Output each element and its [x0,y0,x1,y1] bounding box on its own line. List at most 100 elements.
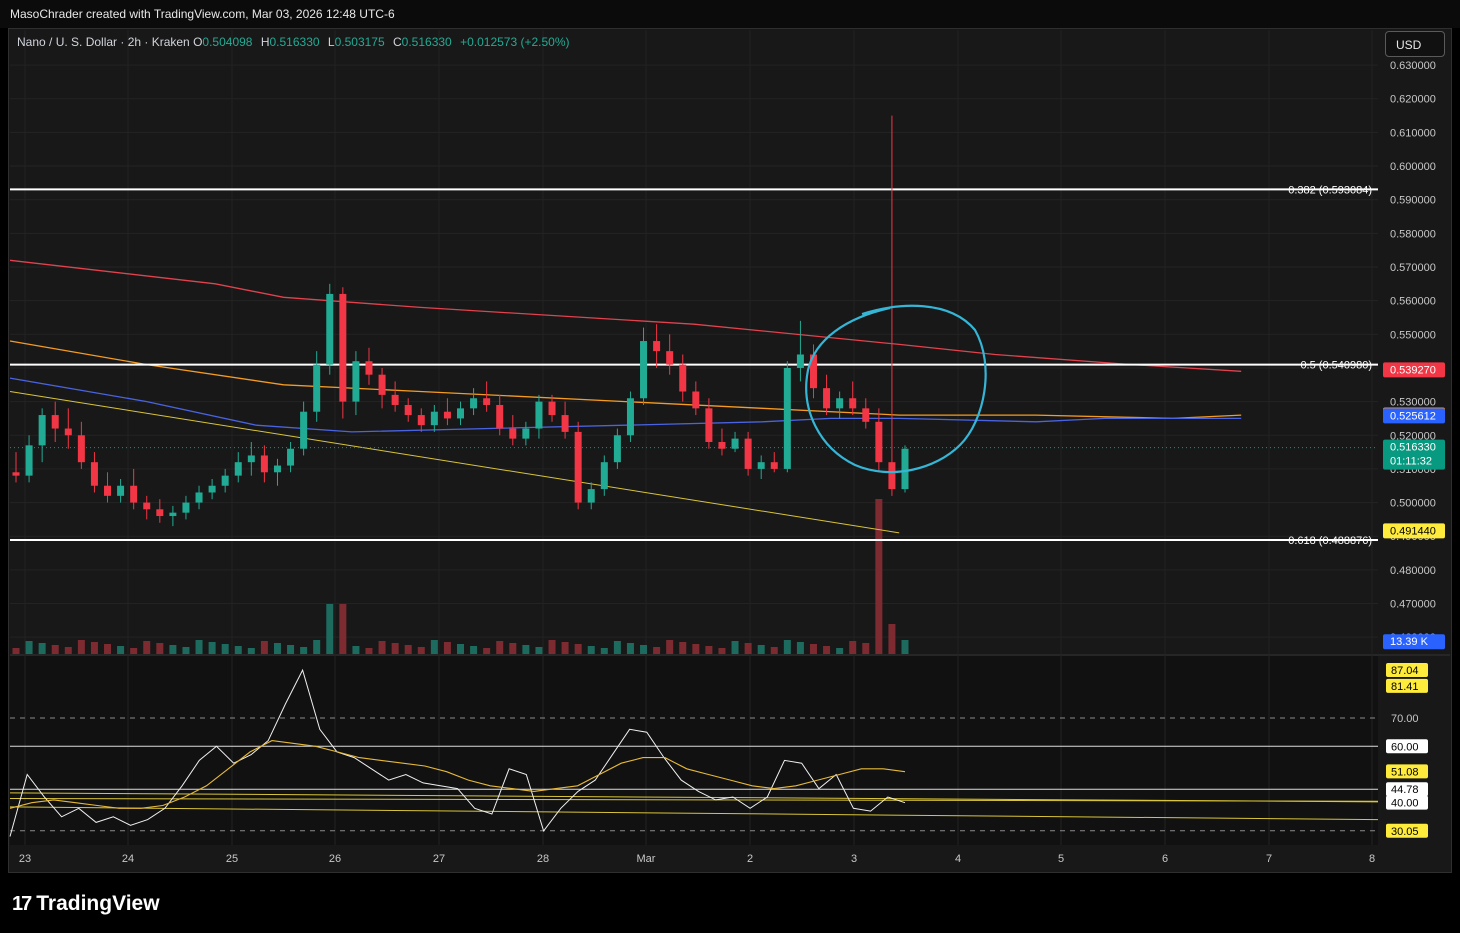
volume-bar [182,647,190,654]
volume-bar [260,641,268,654]
volume-bar [862,643,870,654]
rsi-badge-text: 60.00 [1391,741,1419,753]
candle-body [744,438,752,469]
candle-body [888,462,896,490]
candle-body [12,472,20,476]
candle-body [862,408,870,422]
candle-body [51,415,59,429]
candle-body [770,462,778,469]
price-tick-label: 0.580000 [1390,228,1436,240]
volume-bar [378,641,386,654]
candle-body [130,485,138,503]
close-key: C [393,35,402,49]
candle-body [404,404,412,416]
time-axis-label: 8 [1369,853,1375,865]
volume-bar [796,642,804,654]
candle-body [64,428,72,436]
time-axis-label: 26 [329,853,341,865]
price-tick-label: 0.550000 [1390,329,1436,341]
candle-body [522,428,530,439]
candle-body [823,388,831,409]
rsi-badge-text: 40.00 [1391,798,1419,810]
volume-bar [875,499,883,654]
candle-body [705,408,713,442]
candle-body [483,398,491,405]
volume-bar [12,648,20,654]
price-tick-label: 0.630000 [1390,60,1436,72]
volume-bar [783,640,791,654]
candle-body [208,485,216,493]
price-tick-label: 0.600000 [1390,161,1436,173]
volume-bar [679,642,687,654]
candle-body [443,411,451,419]
candle-body [679,364,687,392]
candle-body [182,502,190,513]
candle-body [169,512,177,517]
candle-body [783,367,791,469]
currency-button[interactable]: USD [1385,31,1445,57]
time-axis-label: Mar [637,853,656,865]
rsi-badge-text: 81.41 [1391,681,1419,693]
change-value: +0.012573 (+2.50%) [460,35,570,49]
volume-bar [77,640,85,654]
chart-canvas[interactable]: 0.630000 0.620000 0.610000 0.600000 0.590000… [0,0,1460,933]
candle-body [836,398,844,409]
volume-bar [391,643,399,654]
price-tick-label: 0.620000 [1390,94,1436,106]
volume-bar [326,604,334,654]
candle-body [626,398,634,436]
volume-bar [143,641,151,654]
rsi-pane [10,656,1378,845]
price-badge-text: 13.39 K [1390,636,1429,648]
candle-body [300,411,308,449]
tradingview-logo[interactable]: 17 TradingView [12,892,160,916]
low-value: 0.503175 [334,35,385,49]
price-tick-label: 0.470000 [1390,599,1436,611]
candle-body [901,448,909,490]
volume-bar [849,641,857,654]
candle-body [156,509,164,517]
candle-body [260,455,268,473]
tradingview-wordmark: TradingView [36,892,160,915]
volume-bar [25,641,33,654]
fib-level-label: 0.618 (0.488876) [1288,535,1372,547]
volume-bar [195,640,203,654]
volume-bar [300,647,308,654]
price-tick-label: 0.530000 [1390,397,1436,409]
volume-bar [104,644,112,654]
fib-level-label: 0.5 (0.540980) [1300,360,1372,372]
candle-body [90,462,98,486]
volume-bar [156,643,164,654]
rsi-badge-text: 51.08 [1391,766,1419,778]
volume-bar [117,646,125,654]
volume-bar [339,604,347,654]
volume-bar [430,640,438,654]
volume-bar [247,648,255,654]
low-key: L [327,35,335,49]
candle-body [849,398,857,409]
price-tick-label: 0.610000 [1390,127,1436,139]
candle-body [117,485,125,496]
volume-bar [718,648,726,654]
volume-bar [836,648,844,654]
candle-body [247,455,255,463]
volume-bar [457,644,464,654]
time-axis-label: 7 [1266,853,1272,865]
candle-body [38,415,46,446]
candle-body [796,354,804,368]
volume-bar [208,642,216,654]
candle-body [77,435,85,463]
fib-level-label: 0.382 (0.593084) [1288,184,1372,196]
volume-bar [600,648,608,654]
volume-bar [653,647,661,654]
volume-bar [51,645,59,654]
volume-bar [417,647,425,654]
time-axis-label: 24 [122,853,134,865]
candle-body [653,341,661,352]
candle-body [365,361,373,375]
rsi-badge-text: 44.78 [1391,784,1419,796]
volume-bar [365,648,373,654]
candle-body [666,351,674,365]
volume-bar [221,644,229,654]
time-axis-label: 28 [537,853,549,865]
